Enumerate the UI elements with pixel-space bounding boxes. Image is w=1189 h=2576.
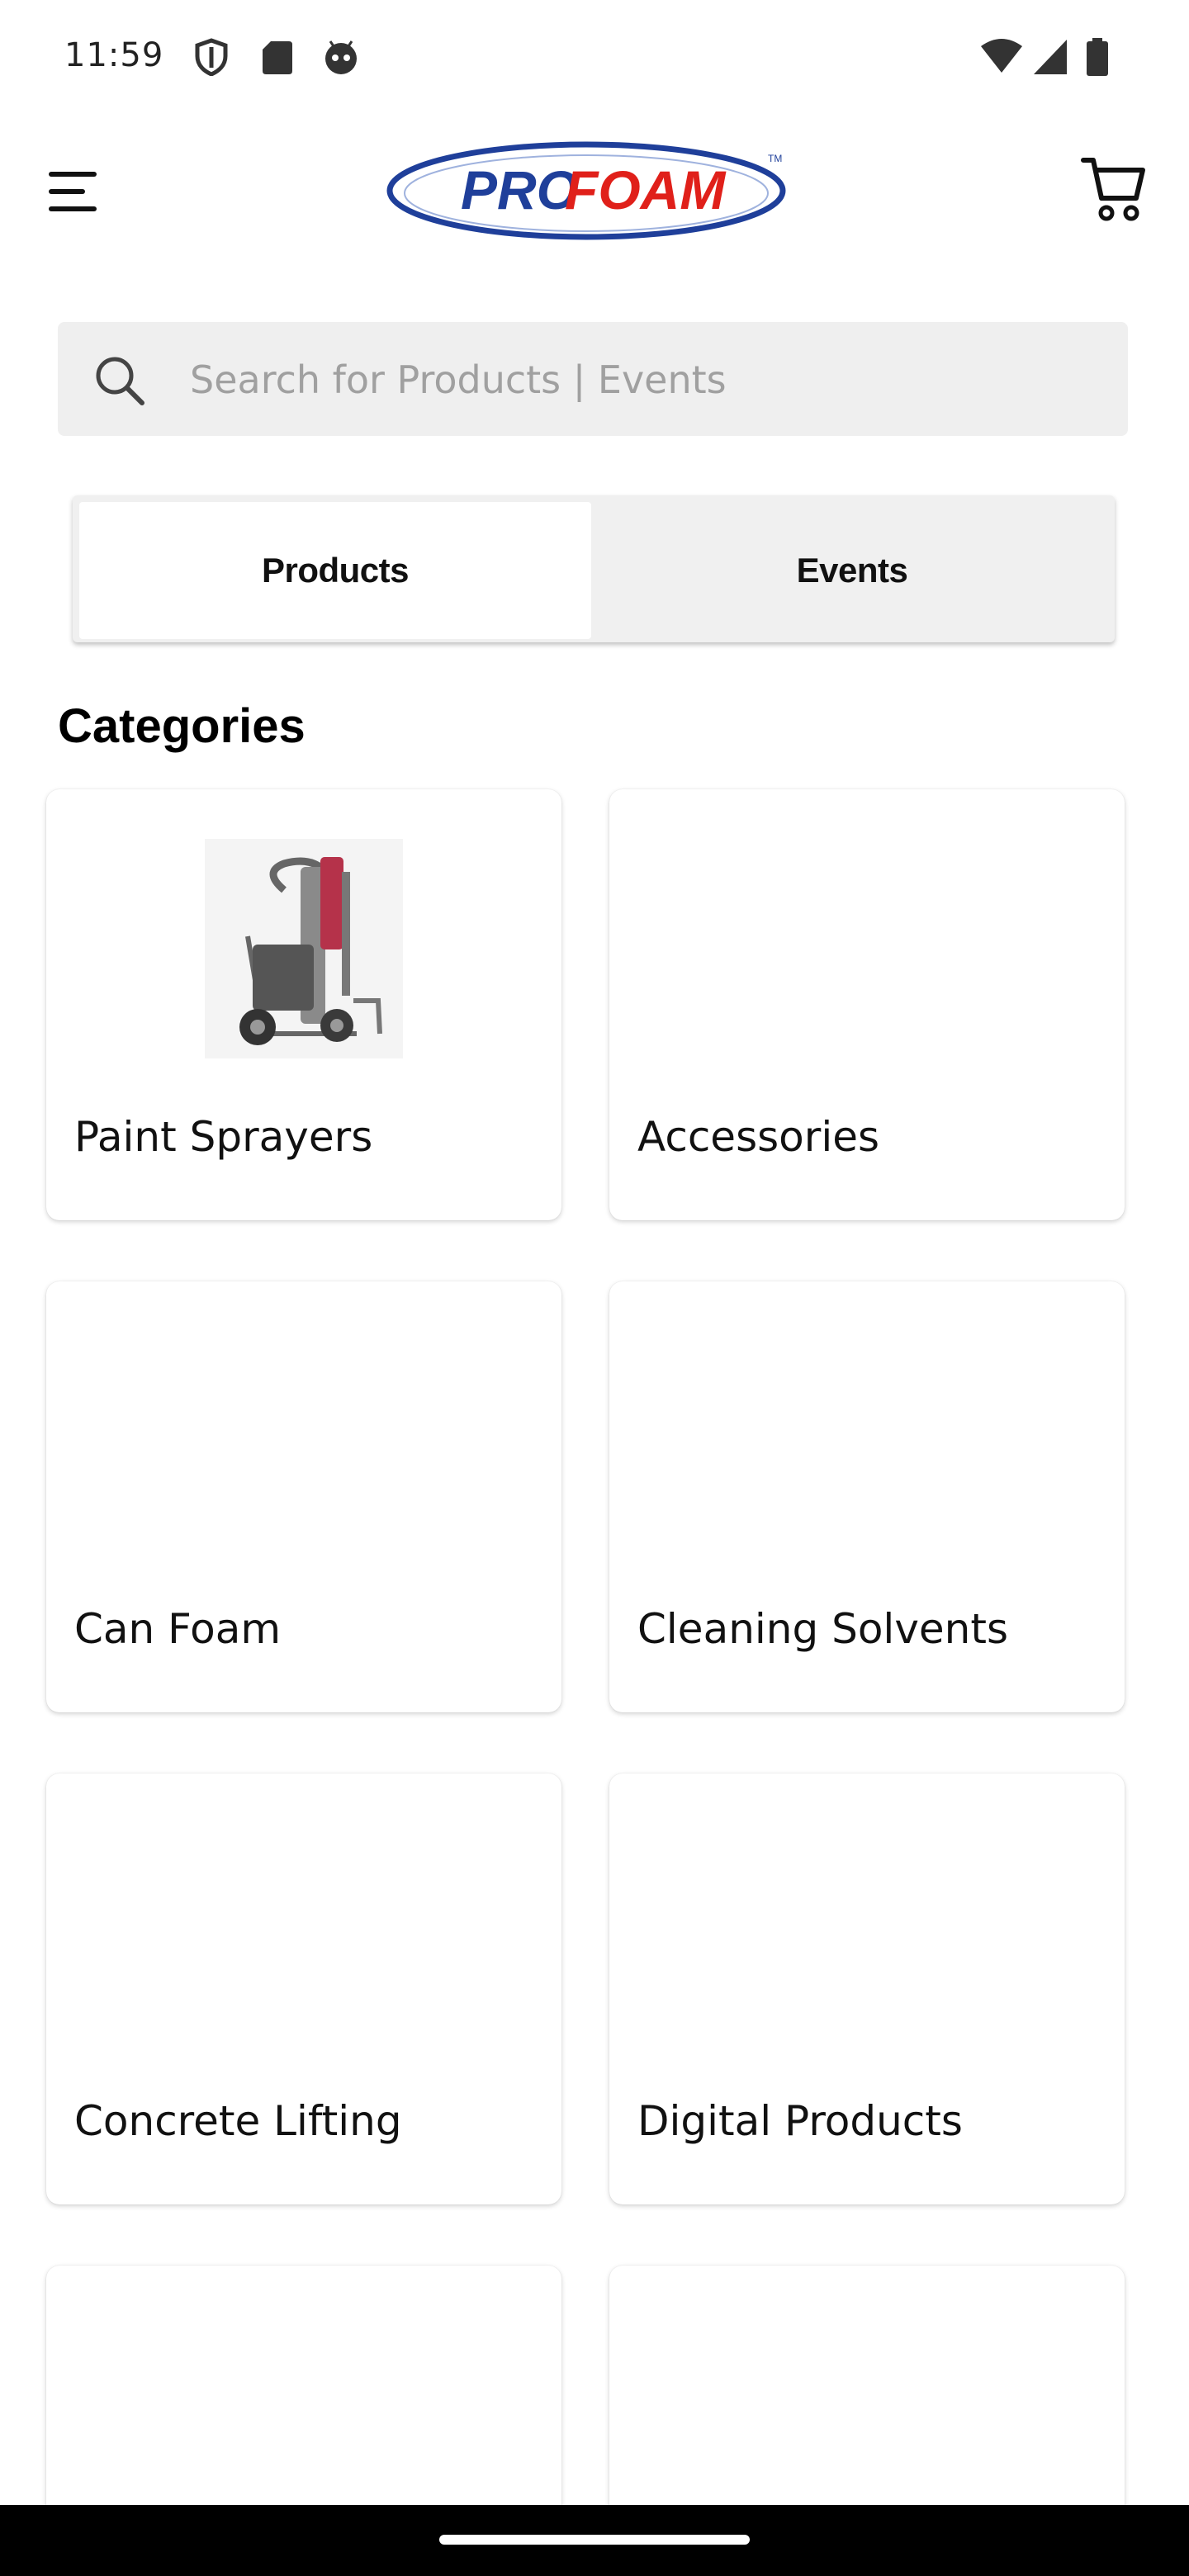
battery-icon (1085, 38, 1110, 76)
category-card-cleaning-solvents[interactable]: Cleaning Solvents (609, 1281, 1125, 1712)
category-card-paint-sprayers[interactable]: Paint Sprayers (46, 789, 561, 1220)
shield-icon (193, 38, 230, 77)
category-label: Accessories (637, 1113, 880, 1161)
categories-heading: Categories (58, 699, 306, 753)
category-card-concrete-lifting[interactable]: Concrete Lifting (46, 1773, 561, 2204)
sd-card-icon (261, 38, 297, 76)
svg-text:FOAM: FOAM (565, 159, 727, 220)
hamburger-menu-icon (49, 172, 97, 211)
svg-text:PRO: PRO (461, 159, 579, 220)
search-input[interactable] (188, 322, 1100, 438)
paint-sprayer-image (205, 839, 403, 1058)
category-label: Paint Sprayers (74, 1113, 373, 1161)
home-indicator[interactable] (439, 2535, 750, 2545)
category-label: Digital Products (637, 2097, 963, 2145)
tab-events[interactable]: Events (596, 502, 1108, 639)
category-label: Concrete Lifting (74, 2097, 402, 2145)
category-label: Can Foam (74, 1605, 282, 1653)
category-card-accessories[interactable]: Accessories (609, 789, 1125, 1220)
tab-products[interactable]: Products (79, 502, 591, 639)
search-icon (91, 352, 149, 410)
svg-text:TM: TM (768, 153, 782, 164)
cart-button[interactable] (1080, 154, 1146, 223)
menu-button[interactable] (43, 162, 102, 221)
shopping-cart-icon (1081, 158, 1145, 221)
tab-bar: Products Events (73, 495, 1115, 642)
profoam-logo: PRO FOAM TM (385, 139, 788, 243)
status-time: 11:59 (64, 36, 164, 74)
wifi-icon (979, 38, 1024, 76)
category-card-digital-products[interactable]: Digital Products (609, 1773, 1125, 2204)
system-navigation-bar (0, 2505, 1189, 2576)
category-card-can-foam[interactable]: Can Foam (46, 1281, 561, 1712)
robot-icon (322, 38, 358, 76)
category-label: Cleaning Solvents (637, 1605, 1009, 1653)
search-bar[interactable] (58, 322, 1128, 438)
status-bar: 11:59 (0, 0, 1189, 116)
cellular-signal-icon (1032, 38, 1068, 76)
